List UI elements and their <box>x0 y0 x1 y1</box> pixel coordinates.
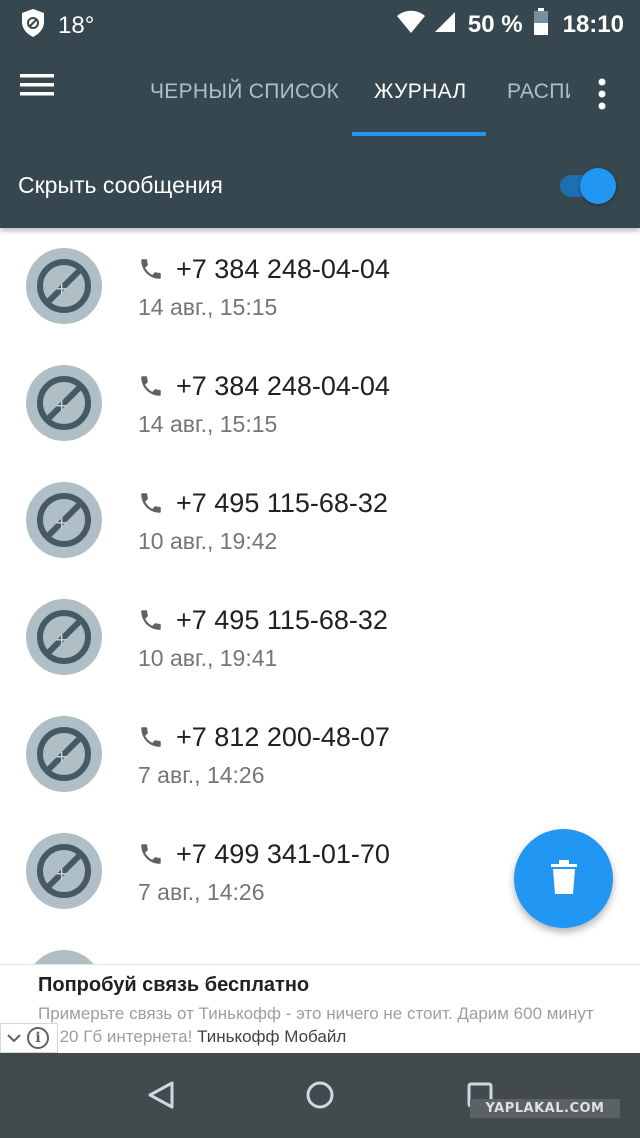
svg-text:+: + <box>55 747 68 766</box>
call-datetime: 14 авг., 15:15 <box>138 411 278 437</box>
blocked-call-icon: + <box>26 365 102 441</box>
watermark: YAPLAKAL.COM <box>470 1099 620 1118</box>
phone-icon <box>138 841 164 872</box>
blocked-call-icon <box>26 950 102 964</box>
call-datetime: 10 авг., 19:42 <box>138 528 278 554</box>
tab-bar: ЧЕРНЫЙ СПИСОК ЖУРНАЛ РАСПИ <box>130 46 570 138</box>
call-number: +7 499 341-01-70 <box>176 839 390 869</box>
hamburger-menu-icon[interactable] <box>20 70 80 116</box>
back-icon[interactable] <box>142 1075 182 1115</box>
call-log-row[interactable]: + +7 495 115-68-32 10 авг., 19:42 <box>0 462 640 579</box>
more-vert-icon[interactable] <box>592 74 622 114</box>
active-tab-indicator <box>352 132 486 136</box>
call-number: +7 495 115-68-32 <box>176 605 388 635</box>
svg-text:+: + <box>55 630 68 649</box>
call-datetime: 7 авг., 14:26 <box>138 879 265 905</box>
phone-icon <box>138 256 164 287</box>
status-left: 18° <box>20 8 94 43</box>
ad-line-2-text: от 20 Гб интернета! <box>38 1027 193 1046</box>
blocked-call-icon: + <box>26 599 102 675</box>
tab-blacklist[interactable]: ЧЕРНЫЙ СПИСОК <box>150 80 339 104</box>
delete-all-button[interactable] <box>514 829 613 928</box>
temperature: 18° <box>58 11 95 39</box>
delete-icon <box>551 860 577 894</box>
status-right: 50 % 18:10 <box>396 8 624 41</box>
svg-text:+: + <box>55 279 68 298</box>
battery-percent: 50 % <box>467 10 523 38</box>
phone-icon <box>138 490 164 521</box>
home-icon[interactable] <box>300 1075 340 1115</box>
chevron-down-icon[interactable] <box>1 1024 27 1052</box>
toolbar: ЧЕРНЫЙ СПИСОК ЖУРНАЛ РАСПИ <box>0 46 640 138</box>
svg-text:+: + <box>55 396 68 415</box>
call-log-row[interactable]: + +7 384 248-04-04 14 авг., 15:15 <box>0 228 640 345</box>
call-log-row[interactable]: + +7 495 115-68-32 10 авг., 19:41 <box>0 579 640 696</box>
call-number: +7 812 200-48-07 <box>176 722 390 752</box>
cell-signal-icon <box>434 11 456 38</box>
tab-schedule[interactable]: РАСПИ <box>507 80 570 104</box>
wifi-icon <box>396 10 426 39</box>
ad-description: Примерьте связь от Тинькофф - это ничего… <box>38 1002 638 1048</box>
call-log-row-partial[interactable] <box>0 930 640 964</box>
phone-icon <box>138 373 164 404</box>
svg-text:+: + <box>55 864 68 883</box>
call-log-row[interactable]: + +7 812 200-48-07 7 авг., 14:26 <box>0 696 640 813</box>
info-icon[interactable]: i <box>27 1027 49 1049</box>
blocked-call-icon: + <box>26 833 102 909</box>
phone-icon <box>138 607 164 638</box>
hide-messages-bar: Скрыть сообщения <box>0 138 640 228</box>
ad-title: Попробуй связь бесплатно <box>38 974 310 996</box>
blocked-call-icon: + <box>26 482 102 558</box>
call-log-row[interactable]: + +7 384 248-04-04 14 авг., 15:15 <box>0 345 640 462</box>
hide-messages-toggle[interactable] <box>556 166 618 206</box>
hide-messages-label: Скрыть сообщения <box>18 172 223 198</box>
svg-text:+: + <box>55 513 68 532</box>
blocked-call-icon: + <box>26 248 102 324</box>
tab-journal[interactable]: ЖУРНАЛ <box>374 80 466 104</box>
blocked-call-icon: + <box>26 716 102 792</box>
call-number: +7 384 248-04-04 <box>176 371 390 401</box>
call-datetime: 14 авг., 15:15 <box>138 294 278 320</box>
ad-brand: Тинькофф Мобайл <box>197 1027 347 1046</box>
status-bar: 18° 50 % 18:10 <box>0 0 640 46</box>
ad-line-2: от 20 Гб интернета! Тинькофф Мобайл <box>38 1025 638 1048</box>
battery-icon <box>533 8 549 41</box>
call-datetime: 7 авг., 14:26 <box>138 762 265 788</box>
ad-line-1: Примерьте связь от Тинькофф - это ничего… <box>38 1004 594 1023</box>
ad-banner[interactable]: Попробуй связь бесплатно Примерьте связь… <box>0 964 640 1053</box>
system-nav-bar <box>0 1053 640 1138</box>
call-number: +7 384 248-04-04 <box>176 254 390 284</box>
clock: 18:10 <box>562 10 624 38</box>
toggle-thumb <box>580 168 616 204</box>
phone-icon <box>138 724 164 755</box>
ad-choices[interactable]: i <box>0 1023 58 1053</box>
shield-icon <box>20 8 46 43</box>
call-number: +7 495 115-68-32 <box>176 488 388 518</box>
call-datetime: 10 авг., 19:41 <box>138 645 278 671</box>
